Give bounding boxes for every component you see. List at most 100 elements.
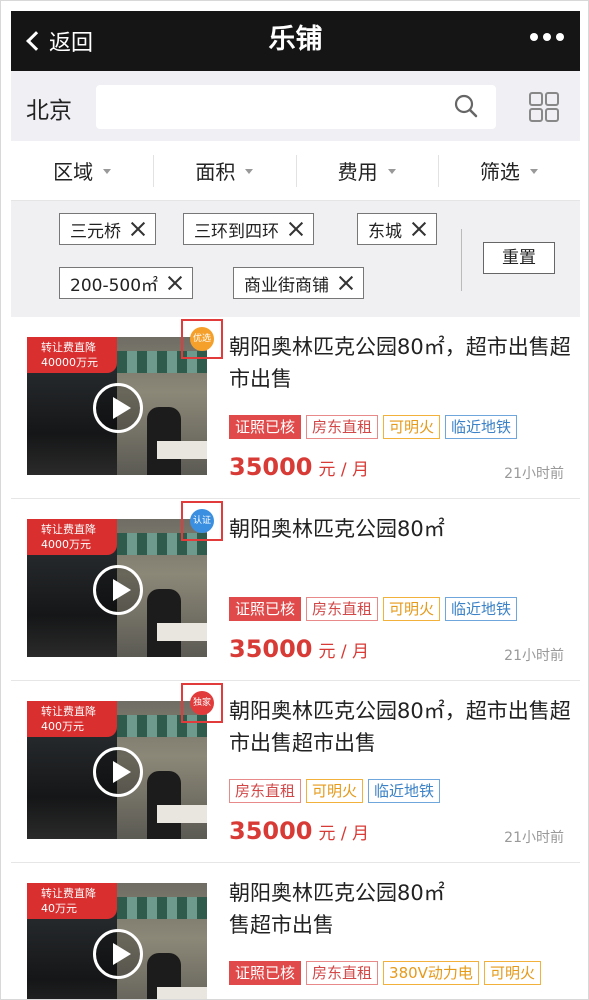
reset-button[interactable]: 重置 xyxy=(483,242,555,274)
price-value: 35000 xyxy=(229,453,313,481)
listing-price: 35000 元 / 月 xyxy=(229,817,369,845)
badge-icon: 独家 xyxy=(190,691,214,715)
badge-frame: 优选 xyxy=(181,319,223,359)
promo-tag: 转让费直降 4000万元 xyxy=(27,519,117,555)
promo-amount: 40万元 xyxy=(41,902,77,915)
listing-title: 朝阳奥林匹克公园80㎡ 售超市出售 xyxy=(229,881,445,937)
filter-size-label: 面积 xyxy=(195,160,236,184)
listing-time: 21小时前 xyxy=(504,466,564,482)
tag: 380V动力电 xyxy=(383,961,479,985)
listing-item[interactable]: 转让费直降 4000万元 认证 朝阳奥林匹克公园80㎡ 证照已核 房东直租 可明… xyxy=(11,499,580,681)
filter-size[interactable]: 面积 xyxy=(153,141,295,200)
tag: 可明火 xyxy=(483,961,541,985)
listing-item[interactable]: 转让费直降 40万元 朝阳奥林匹克公园80㎡ 售超市出售 证照已核 房东直租 3… xyxy=(11,863,580,999)
close-icon[interactable] xyxy=(289,222,303,236)
filter-more-label: 筛选 xyxy=(479,160,520,184)
price-unit: 元 / 月 xyxy=(318,460,370,480)
tag: 可明火 xyxy=(306,779,364,803)
play-icon[interactable] xyxy=(93,747,143,797)
tag: 可明火 xyxy=(383,597,441,621)
search-icon[interactable] xyxy=(454,94,478,118)
promo-amount: 400万元 xyxy=(41,720,84,733)
search-input[interactable] xyxy=(96,85,496,129)
tag: 证照已核 xyxy=(229,597,302,621)
listing-title: 朝阳奥林匹克公园80㎡ xyxy=(229,517,445,541)
tag: 可明火 xyxy=(383,415,441,439)
play-icon[interactable] xyxy=(93,383,143,433)
listing-tags: 证照已核 房东直租 可明火 临近地铁 xyxy=(229,415,518,439)
filter-bar: 区域 面积 费用 筛选 xyxy=(11,141,580,201)
tag: 房东直租 xyxy=(229,779,302,803)
listing-price: 35000 元 / 月 xyxy=(229,635,369,663)
tag: 证照已核 xyxy=(229,415,302,439)
search-bar: 北京 xyxy=(11,71,580,141)
caret-down-icon xyxy=(103,169,112,174)
listing-price: 35000 元 / 月 xyxy=(229,453,369,481)
filter-cost-label: 费用 xyxy=(337,160,378,184)
promo-amount: 4000万元 xyxy=(41,538,91,551)
listing-time: 21小时前 xyxy=(504,648,564,664)
caret-down-icon xyxy=(529,169,538,174)
filter-area-label: 区域 xyxy=(53,160,94,184)
filter-chip[interactable]: 200-500㎡ xyxy=(59,267,194,299)
price-unit: 元 / 月 xyxy=(318,642,370,662)
chip-label: 三元桥 xyxy=(70,221,121,242)
close-icon[interactable] xyxy=(131,222,145,236)
back-button[interactable]: 返回 xyxy=(25,23,93,59)
filter-cost[interactable]: 费用 xyxy=(295,141,438,200)
listing-title: 朝阳奥林匹克公园80㎡，超市出售超市出售超市出售 xyxy=(229,699,571,755)
more-menu-icon[interactable] xyxy=(530,33,564,41)
listing-tags: 证照已核 房东直租 380V动力电 可明火 xyxy=(229,961,541,985)
listing-thumbnail[interactable]: 转让费直降 400万元 xyxy=(27,701,207,839)
promo-amount: 40000万元 xyxy=(41,356,98,369)
price-value: 35000 xyxy=(229,635,313,663)
tag: 房东直租 xyxy=(306,597,379,621)
chip-label: 200-500㎡ xyxy=(70,275,159,296)
price-unit: 元 / 月 xyxy=(318,824,370,844)
caret-down-icon xyxy=(387,169,396,174)
listing-thumbnail[interactable]: 转让费直降 40万元 xyxy=(27,883,207,999)
play-icon[interactable] xyxy=(93,565,143,615)
tag: 房东直租 xyxy=(306,415,379,439)
filter-area[interactable]: 区域 xyxy=(11,141,153,200)
close-icon[interactable] xyxy=(339,276,353,290)
filter-chip[interactable]: 商业街商铺 xyxy=(233,267,364,299)
tag: 临近地铁 xyxy=(445,597,518,621)
promo-line: 转让费直降 xyxy=(41,523,96,536)
filter-more[interactable]: 筛选 xyxy=(437,141,580,200)
listing-item[interactable]: 转让费直降 40000万元 优选 朝阳奥林匹克公园80㎡，超市出售超市出售 证照… xyxy=(11,317,580,499)
back-label: 返回 xyxy=(49,31,94,56)
listing-thumbnail[interactable]: 转让费直降 40000万元 xyxy=(27,337,207,475)
promo-line: 转让费直降 xyxy=(41,341,96,354)
tag: 房东直租 xyxy=(306,961,379,985)
chip-label: 东城 xyxy=(368,221,402,242)
filter-chip[interactable]: 东城 xyxy=(357,213,437,245)
divider xyxy=(461,229,462,291)
badge-icon: 优选 xyxy=(190,327,214,351)
tag: 证照已核 xyxy=(229,961,302,985)
listing-tags: 证照已核 房东直租 可明火 临近地铁 xyxy=(229,597,518,621)
close-icon[interactable] xyxy=(412,222,426,236)
nav-bar: 返回 乐铺 xyxy=(11,11,580,71)
badge-icon: 认证 xyxy=(190,509,214,533)
city-selector[interactable]: 北京 xyxy=(26,91,72,125)
chevron-left-icon xyxy=(26,31,46,51)
active-filters: 三元桥 三环到四环 东城 200-500㎡ 商业街商铺 重置 xyxy=(11,201,580,317)
badge-frame: 独家 xyxy=(181,683,223,723)
filter-chip[interactable]: 三环到四环 xyxy=(183,213,314,245)
promo-tag: 转让费直降 40000万元 xyxy=(27,337,117,373)
chip-label: 商业街商铺 xyxy=(244,275,329,296)
price-value: 35000 xyxy=(229,817,313,845)
tag: 临近地铁 xyxy=(445,415,518,439)
listing-item[interactable]: 转让费直降 400万元 独家 朝阳奥林匹克公园80㎡，超市出售超市出售超市出售 … xyxy=(11,681,580,863)
page-title: 乐铺 xyxy=(268,24,323,55)
chip-label: 三环到四环 xyxy=(194,221,279,242)
listing-thumbnail[interactable]: 转让费直降 4000万元 xyxy=(27,519,207,657)
filter-chip[interactable]: 三元桥 xyxy=(59,213,156,245)
caret-down-icon xyxy=(245,169,254,174)
listing-tags: 房东直租 可明火 临近地铁 xyxy=(229,779,441,803)
play-icon[interactable] xyxy=(93,929,143,979)
grid-view-icon[interactable] xyxy=(528,91,560,123)
close-icon[interactable] xyxy=(168,276,182,290)
promo-tag: 转让费直降 400万元 xyxy=(27,701,117,737)
